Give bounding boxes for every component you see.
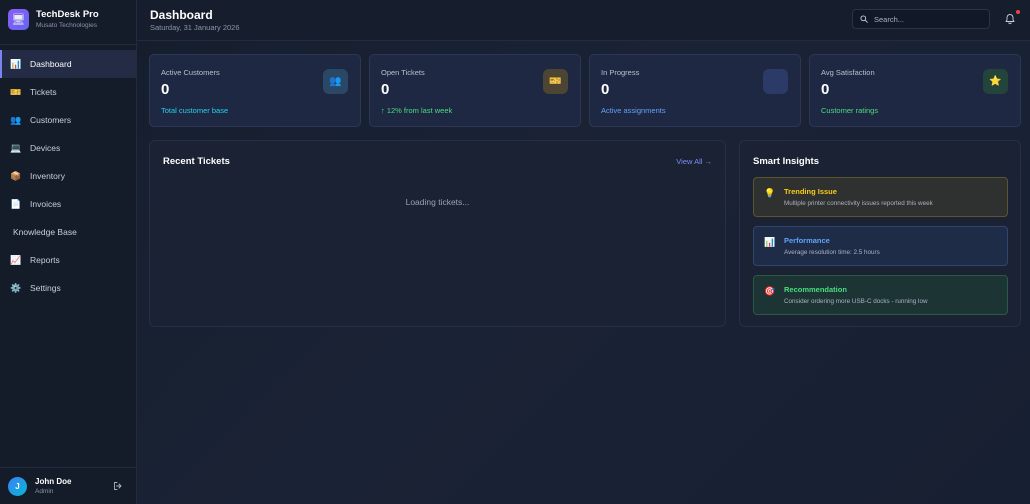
sidebar: 🖥 TechDesk Pro Musato Technologies 📊 Das… [0, 0, 137, 504]
sidebar-item-tickets[interactable]: 🎫 Tickets [0, 78, 136, 106]
users-icon: 👥 [323, 69, 348, 94]
stat-value: 0 [601, 81, 610, 98]
insight-recommendation[interactable]: 🎯 Recommendation Consider ordering more … [753, 275, 1008, 315]
insight-desc: Average resolution time: 2.5 hours [784, 249, 880, 256]
sidebar-item-settings[interactable]: ⚙️ Settings [0, 274, 136, 302]
sidebar-item-knowledge-base[interactable]: Knowledge Base [0, 218, 136, 246]
sidebar-item-label: Knowledge Base [13, 227, 77, 237]
sidebar-item-reports[interactable]: 📈 Reports [0, 246, 136, 274]
stat-card-in-progress[interactable]: In Progress 0 Active assignments [589, 54, 801, 127]
insight-title: Trending Issue [784, 187, 837, 196]
stat-label: Open Tickets [381, 68, 425, 77]
loading-text: Loading tickets... [405, 197, 470, 207]
search-input[interactable] [874, 14, 984, 24]
smart-insights-panel: Smart Insights 💡 Trending Issue Multiple… [739, 140, 1021, 327]
insight-desc: Consider ordering more USB-C docks - run… [784, 298, 928, 305]
stat-label: Avg Satisfaction [821, 68, 875, 77]
trend-chart-icon: 📈 [10, 254, 22, 265]
stat-card-open-tickets[interactable]: Open Tickets 0 ↑ 12% from last week 🎫 [369, 54, 581, 127]
sidebar-item-inventory[interactable]: 📦 Inventory [0, 162, 136, 190]
bell-icon[interactable] [1004, 13, 1016, 25]
stat-label: Active Customers [161, 68, 220, 77]
sidebar-item-label: Inventory [30, 171, 65, 181]
package-icon: 📦 [10, 170, 22, 181]
sidebar-divider [0, 44, 136, 45]
gear-icon: ⚙️ [10, 282, 22, 293]
top-header: Dashboard Saturday, 31 January 2026 [137, 0, 1030, 41]
stat-subtext: ↑ 12% from last week [381, 106, 453, 115]
sidebar-nav: 📊 Dashboard 🎫 Tickets 👥 Customers 💻 Devi… [0, 50, 136, 302]
insight-performance[interactable]: 📊 Performance Average resolution time: 2… [753, 226, 1008, 266]
insight-title: Recommendation [784, 285, 847, 294]
search-icon [860, 15, 868, 23]
star-icon: ⭐ [983, 69, 1008, 94]
ticket-icon: 🎫 [10, 86, 22, 97]
insight-title: Performance [784, 236, 830, 245]
sidebar-item-label: Dashboard [30, 59, 72, 69]
insight-trending-issue[interactable]: 💡 Trending Issue Multiple printer connec… [753, 177, 1008, 217]
ticket-icon: 🎫 [543, 69, 568, 94]
target-icon: 🎯 [764, 286, 776, 296]
sidebar-item-label: Settings [30, 283, 61, 293]
recent-tickets-panel: Recent Tickets View All → Loading ticket… [149, 140, 726, 327]
stat-subtext: Active assignments [601, 106, 666, 115]
desk-icon: 🖥 [8, 8, 29, 30]
stat-value: 0 [821, 81, 830, 98]
brand-company: Musato Technologies [36, 22, 97, 29]
chart-icon: 📊 [10, 58, 22, 69]
stat-subtext: Customer ratings [821, 106, 879, 115]
sidebar-item-customers[interactable]: 👥 Customers [0, 106, 136, 134]
sidebar-item-devices[interactable]: 💻 Devices [0, 134, 136, 162]
sidebar-item-invoices[interactable]: 📄 Invoices [0, 190, 136, 218]
sidebar-item-label: Devices [30, 143, 61, 153]
laptop-icon: 💻 [10, 142, 22, 153]
page-title: Dashboard [150, 8, 213, 22]
insight-desc: Multiple printer connectivity issues rep… [784, 200, 933, 207]
view-all-link[interactable]: View All → [676, 157, 712, 166]
brand-name: TechDesk Pro [36, 9, 99, 20]
stat-label: In Progress [601, 68, 640, 77]
progress-icon [763, 69, 788, 94]
sidebar-item-label: Customers [30, 115, 72, 125]
stat-subtext: Total customer base [161, 106, 229, 115]
lightbulb-icon: 💡 [764, 188, 776, 198]
sidebar-item-label: Reports [30, 255, 60, 265]
search-box[interactable] [852, 9, 990, 29]
avatar: J [8, 476, 27, 496]
panel-title: Recent Tickets [163, 156, 230, 167]
brand[interactable]: 🖥 TechDesk Pro Musato Technologies [0, 0, 136, 38]
stat-card-avg-satisfaction[interactable]: Avg Satisfaction 0 Customer ratings ⭐ [809, 54, 1021, 127]
chart-icon: 📊 [764, 237, 776, 247]
sidebar-item-label: Invoices [30, 199, 62, 209]
users-icon: 👥 [10, 114, 22, 125]
stat-value: 0 [161, 81, 170, 98]
user-name: John Doe [35, 477, 72, 486]
page-date: Saturday, 31 January 2026 [150, 23, 240, 32]
user-role: Admin [35, 488, 54, 495]
panel-title: Smart Insights [753, 156, 819, 167]
logout-icon[interactable] [113, 481, 123, 491]
sidebar-item-label: Tickets [30, 87, 57, 97]
notification-dot [1016, 10, 1020, 14]
document-icon: 📄 [10, 198, 22, 209]
sidebar-item-dashboard[interactable]: 📊 Dashboard [0, 50, 136, 78]
stat-card-active-customers[interactable]: Active Customers 0 Total customer base 👥 [149, 54, 361, 127]
stat-value: 0 [381, 81, 390, 98]
user-profile[interactable]: J John Doe Admin [0, 467, 136, 504]
